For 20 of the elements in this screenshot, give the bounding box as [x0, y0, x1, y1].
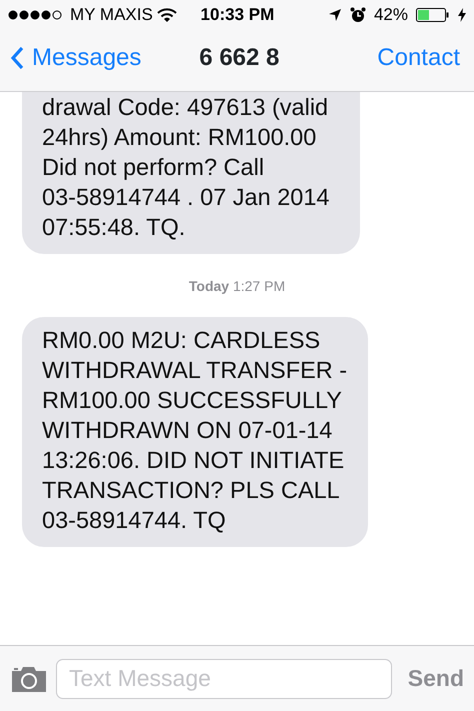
- back-button[interactable]: Messages: [10, 40, 142, 76]
- camera-icon[interactable]: [10, 664, 48, 692]
- battery-percent: 42%: [374, 4, 408, 26]
- wifi-icon: [156, 8, 177, 22]
- phone-link[interactable]: 03-58914744: [42, 507, 181, 533]
- alarm-icon: [350, 7, 366, 23]
- contact-button[interactable]: Contact: [377, 40, 460, 76]
- message-timestamp: Today 1:27 PM: [188, 278, 286, 294]
- conversation-title: 6 662 8: [199, 42, 280, 72]
- carrier-name: MY MAXIS: [70, 4, 153, 26]
- clock-time: 10:33 PM: [200, 4, 274, 26]
- phone-link[interactable]: 497613: [187, 94, 266, 120]
- charging-icon: [458, 8, 466, 22]
- message-field[interactable]: Text Message: [56, 658, 392, 698]
- phone-link[interactable]: 03-58914744: [42, 184, 181, 210]
- chevron-left-icon: [10, 46, 24, 70]
- message-bubble: drawal Code: 497613 (valid 24hrs) Amount: RM100.00 Did not perform? Call 03-58914744 . 07 Jan 2014 07:55:48. TQ.: [22, 92, 360, 254]
- message-bubble: RM0.00 M2U: CARDLESS WITHDRAWAL TRANSFER - RM100.00 SUCCESSFULLY WITHDRAWN ON 07-01-14 13:26:06. DID NOT INITIATE TRANSACTION? PLS CALL 03-58914744. TQ: [22, 317, 368, 547]
- location-icon: [328, 8, 342, 22]
- battery-icon: [416, 8, 450, 22]
